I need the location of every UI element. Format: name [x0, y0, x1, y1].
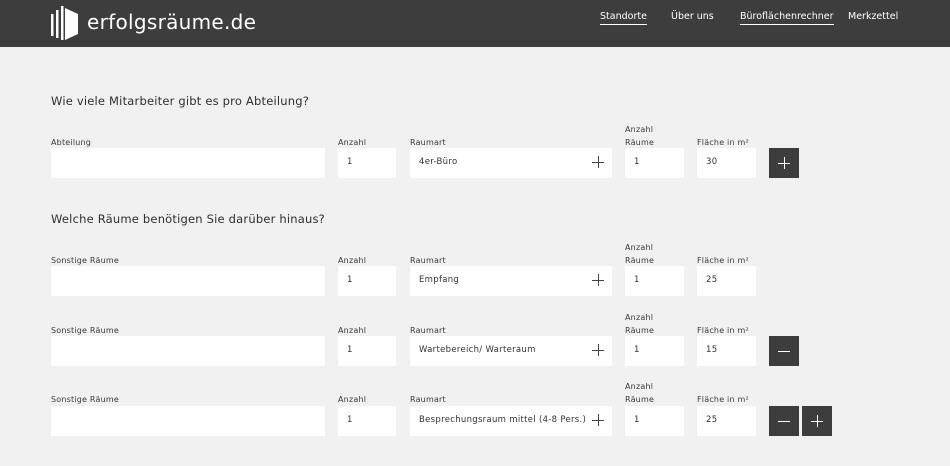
plus-icon — [592, 414, 604, 426]
count-input[interactable]: 1 — [338, 266, 396, 296]
label-count: Anzahl — [338, 395, 367, 404]
other-room-input[interactable] — [51, 406, 325, 436]
room-count-input[interactable]: 1 — [625, 406, 684, 436]
room-count-input[interactable]: 1 — [625, 266, 684, 296]
top-navigation-bar: erfolgsräume.de Standorte Über uns Bürof… — [0, 0, 950, 47]
other-room-input[interactable] — [51, 266, 325, 296]
plus-icon — [811, 415, 823, 427]
minus-icon — [778, 415, 790, 427]
room-type-select[interactable]: 4er-Büro — [410, 148, 612, 178]
label-other-rooms: Sonstige Räume — [51, 395, 119, 404]
logo-text: erfolgsräume.de — [87, 10, 257, 34]
label-room-count-line1: Anzahl — [625, 243, 654, 252]
site-logo[interactable]: erfolgsräume.de — [51, 4, 256, 40]
logo-icon — [51, 6, 78, 40]
room-type-select[interactable]: Empfang — [410, 266, 612, 296]
remove-room-button[interactable] — [769, 406, 799, 436]
nav-merkzettel[interactable]: Merkzettel — [848, 11, 898, 22]
count-input[interactable]: 1 — [338, 406, 396, 436]
label-area: Fläche in m² — [697, 395, 749, 404]
room-count-input[interactable]: 1 — [625, 336, 684, 366]
employee-count-input[interactable]: 1 — [338, 148, 396, 178]
plus-icon — [778, 157, 790, 169]
department-input[interactable] — [51, 148, 325, 178]
other-room-input[interactable] — [51, 336, 325, 366]
plus-icon — [592, 344, 604, 356]
add-room-button[interactable] — [802, 406, 832, 436]
nav-standorte[interactable]: Standorte — [600, 11, 647, 25]
nav-bueroflaechenrechner[interactable]: Büroflächenrechner — [740, 11, 834, 25]
plus-icon — [592, 156, 604, 168]
room-type-select[interactable]: Besprechungsraum mittel (4-8 Pers.) — [410, 406, 612, 436]
label-room-count-line1: Anzahl — [625, 382, 654, 391]
area-input[interactable]: 25 — [697, 266, 756, 296]
section-title-other-rooms: Welche Räume benötigen Sie darüber hinau… — [51, 212, 325, 226]
count-input[interactable]: 1 — [338, 336, 396, 366]
label-room-count-line1: Anzahl — [625, 313, 654, 322]
label-room-count: Anzahl Räume — [625, 125, 655, 147]
label-room-type: Raumart — [410, 395, 446, 404]
minus-icon — [778, 345, 790, 357]
add-department-button[interactable] — [769, 148, 799, 178]
remove-room-button[interactable] — [769, 336, 799, 366]
nav-ueber-uns[interactable]: Über uns — [671, 11, 714, 22]
plus-icon — [592, 274, 604, 286]
area-input[interactable]: 25 — [697, 406, 756, 436]
area-input[interactable]: 30 — [697, 148, 756, 178]
room-count-input[interactable]: 1 — [625, 148, 684, 178]
label-room-count-line2: Räume — [625, 395, 655, 404]
room-type-select[interactable]: Wartebereich/ Warteraum — [410, 336, 612, 366]
area-input[interactable]: 15 — [697, 336, 756, 366]
section-title-departments: Wie viele Mitarbeiter gibt es pro Abteil… — [51, 94, 310, 108]
